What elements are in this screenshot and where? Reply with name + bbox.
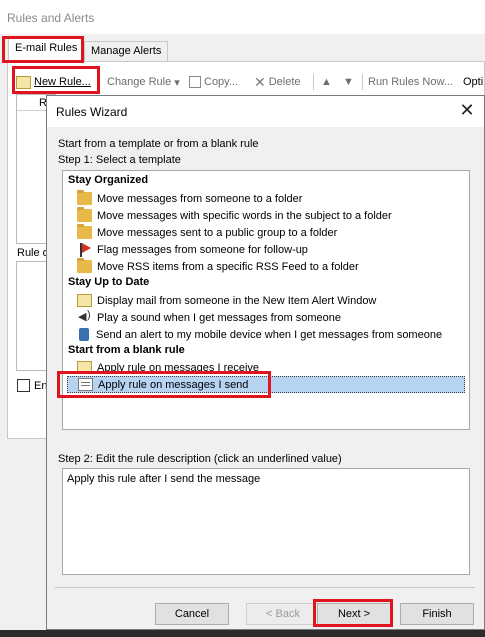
options-button[interactable]: Opti <box>463 73 483 91</box>
folder-icon <box>77 224 92 239</box>
template-item-label: Apply rule on messages I send <box>98 378 249 391</box>
mail-alert-icon <box>77 294 92 307</box>
divider <box>55 587 475 588</box>
options-label: Opti <box>463 76 484 88</box>
delete-label: Delete <box>268 76 301 88</box>
delete-icon: ✕ <box>254 73 266 90</box>
template-item[interactable]: Flag messages from someone for follow-up <box>77 241 308 258</box>
toolbar-divider <box>313 74 314 90</box>
finish-button[interactable]: Finish <box>400 603 474 625</box>
new-rule-icon <box>16 75 31 89</box>
template-item[interactable]: Move RSS items from a specific RSS Feed … <box>77 258 359 275</box>
tab-email-rules[interactable]: E-mail Rules <box>8 38 85 62</box>
template-item-label: Move messages sent to a public group to … <box>97 226 338 239</box>
cancel-button[interactable]: Cancel <box>155 603 229 625</box>
template-item-label: Move messages from someone to a folder <box>97 192 303 205</box>
wizard-title: Rules Wizard <box>56 105 128 119</box>
back-button[interactable]: < Back <box>246 603 320 625</box>
mail-send-icon <box>78 378 93 391</box>
window-title-bar: Rules and Alerts <box>0 0 485 34</box>
close-icon[interactable]: ✕ <box>456 100 478 122</box>
template-item-label: Apply rule on messages I receive <box>97 361 260 374</box>
new-rule-label: New Rule... <box>34 76 91 88</box>
rule-description-label: Rule d <box>17 247 49 259</box>
rules-toolbar: New Rule... Change Rule ▾ Copy... ✕ Dele… <box>8 69 485 93</box>
delete-button[interactable]: ✕ Delete <box>254 73 301 91</box>
folder-icon <box>77 258 92 273</box>
template-item[interactable]: Play a sound when I get messages from so… <box>77 309 341 326</box>
change-rule-button[interactable]: Change Rule ▾ <box>107 73 180 91</box>
enable-checkbox[interactable] <box>17 379 30 392</box>
folder-icon <box>77 190 92 205</box>
rule-description-editor[interactable]: Apply this rule after I send the message <box>62 468 470 575</box>
template-item[interactable]: Display mail from someone in the New Ite… <box>77 292 376 309</box>
arrow-up-icon: ▲ <box>321 76 332 88</box>
rules-wizard-dialog: Rules Wizard ✕ Start from a template or … <box>46 95 485 630</box>
group-blank-rule: Start from a blank rule <box>68 344 185 356</box>
copy-icon <box>189 76 201 88</box>
template-item-selected[interactable]: Apply rule on messages I send <box>67 376 465 393</box>
template-item[interactable]: Move messages from someone to a folder <box>77 190 302 207</box>
arrow-down-icon: ▼ <box>343 76 354 88</box>
window-title: Rules and Alerts <box>7 11 95 25</box>
next-button[interactable]: Next > <box>317 603 391 625</box>
group-stay-organized: Stay Organized <box>68 174 149 186</box>
template-item[interactable]: Apply rule on messages I receive <box>77 359 259 376</box>
tab-strip: E-mail Rules Manage Alerts <box>0 38 485 62</box>
template-item-label: Send an alert to my mobile device when I… <box>96 328 443 341</box>
mail-icon <box>77 361 92 374</box>
run-rules-now-button[interactable]: Run Rules Now... <box>368 73 453 91</box>
new-rule-button[interactable]: New Rule... <box>16 73 91 91</box>
move-up-button[interactable]: ▲ <box>321 73 332 91</box>
step1-label: Step 1: Select a template <box>58 154 181 166</box>
speaker-icon <box>77 309 92 324</box>
template-list[interactable]: Stay Organized Move messages from someon… <box>62 170 470 430</box>
run-rules-now-label: Run Rules Now... <box>368 76 453 88</box>
group-stay-up-to-date: Stay Up to Date <box>68 276 150 288</box>
template-item-label: Move RSS items from a specific RSS Feed … <box>97 260 359 273</box>
template-item-label: Flag messages from someone for follow-up <box>97 243 308 256</box>
tab-manage-alerts[interactable]: Manage Alerts <box>84 41 169 61</box>
step2-label: Step 2: Edit the rule description (click… <box>58 453 342 465</box>
rule-description-text: Apply this rule after I send the message <box>67 473 261 485</box>
wizard-intro: Start from a template or from a blank ru… <box>58 138 259 150</box>
template-item-label: Display mail from someone in the New Ite… <box>97 294 377 307</box>
template-item-label: Play a sound when I get messages from so… <box>97 311 341 324</box>
chevron-down-icon: ▾ <box>174 76 180 89</box>
template-item-label: Move messages with specific words in the… <box>97 209 392 222</box>
toolbar-divider <box>362 74 363 90</box>
copy-button[interactable]: Copy... <box>189 73 238 91</box>
flag-icon <box>77 243 92 257</box>
template-item[interactable]: Move messages sent to a public group to … <box>77 224 337 241</box>
move-down-button[interactable]: ▼ <box>343 73 354 91</box>
template-item[interactable]: Move messages with specific words in the… <box>77 207 392 224</box>
wizard-title-bar: Rules Wizard ✕ <box>47 96 484 127</box>
enable-row[interactable]: En <box>17 379 47 392</box>
folder-icon <box>77 207 92 222</box>
phone-icon <box>79 328 89 341</box>
template-item[interactable]: Send an alert to my mobile device when I… <box>77 326 442 343</box>
copy-label: Copy... <box>204 76 239 88</box>
change-rule-label: Change Rule <box>107 76 172 88</box>
